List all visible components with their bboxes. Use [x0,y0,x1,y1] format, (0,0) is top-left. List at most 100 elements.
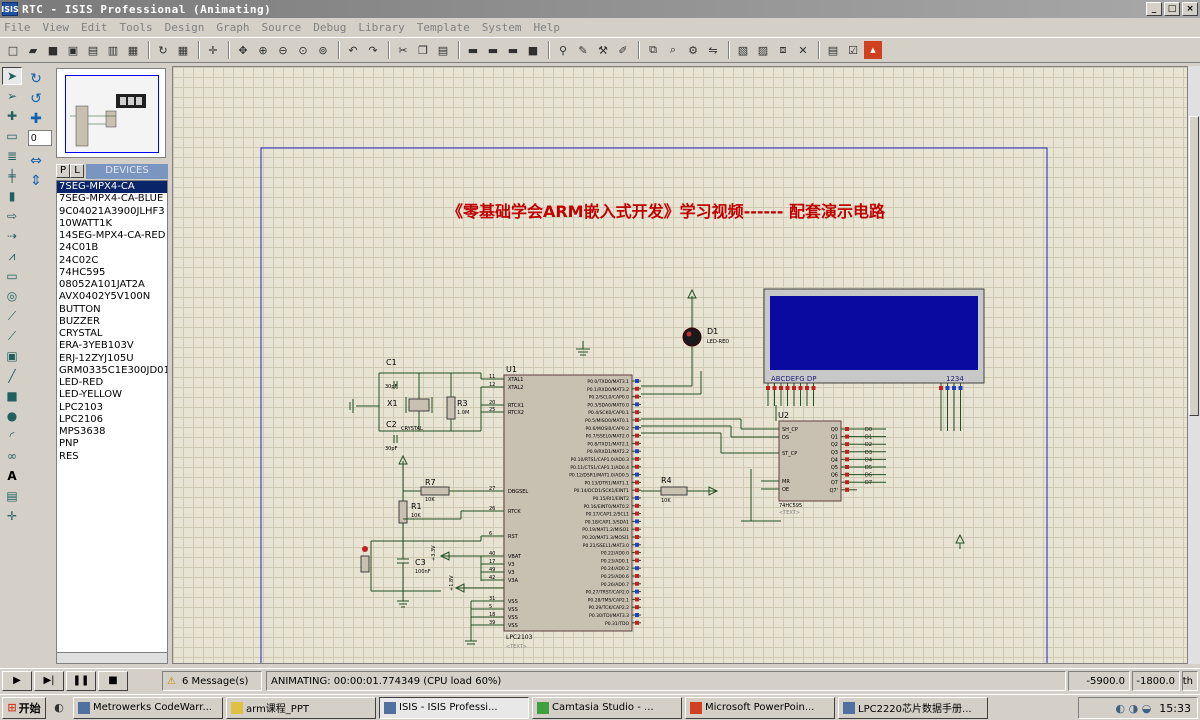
device-list-item[interactable]: 10WATT1K [57,218,167,230]
device-list-item[interactable]: RES [57,451,167,463]
path-tool-icon[interactable]: ∞ [2,447,22,465]
taskbar-item[interactable]: Metrowerks CodeWarr... [73,696,223,719]
device-list-item[interactable]: 74HC595 [57,267,167,279]
overview-viewport[interactable] [65,75,159,153]
taskbar-item[interactable]: ISIS - ISIS Professi... [379,696,529,719]
device-list-item[interactable]: ERA-3YEB103V [57,340,167,352]
device-list-item[interactable]: LPC2106 [57,414,167,426]
menu-template[interactable]: Template [417,21,470,34]
pick-device-icon[interactable]: ⚲ [554,41,572,59]
area-icon[interactable]: ▦ [124,41,142,59]
flip-horizontal-icon[interactable]: ⇔ [26,152,46,170]
menu-edit[interactable]: Edit [81,21,108,34]
cut-icon[interactable]: ✂ [394,41,412,59]
pin-mode-icon[interactable]: ⇢ [2,227,22,245]
device-list-item[interactable]: PNP [57,438,167,450]
taskbar-item[interactable]: LPC2220芯片数据手册... [838,696,988,719]
bus-mode-icon[interactable]: ╪ [2,167,22,185]
device-list-item[interactable]: 7SEG-MPX4-CA-BLUE [57,193,167,205]
device-list-item[interactable]: AVX0402Y5V100N [57,291,167,303]
device-list-item[interactable]: MPS3638 [57,426,167,438]
menu-design[interactable]: Design [165,21,205,34]
replace-icon[interactable]: ⇋ [704,41,722,59]
menu-source[interactable]: Source [262,21,302,34]
arc-tool-icon[interactable]: ◜ [2,427,22,445]
marker-tool-icon[interactable]: ✛ [2,507,22,525]
pause-button[interactable]: ❚❚ [66,670,96,691]
device-list-item[interactable]: 24C01B [57,242,167,254]
device-list-item[interactable]: 9C04021A3900JLHF3 [57,206,167,218]
device-list-item[interactable]: LED-YELLOW [57,389,167,401]
selection-mode-icon[interactable]: ➤ [2,67,22,85]
stop-button[interactable]: ■ [98,670,128,691]
graph-mode-icon[interactable]: ⩘ [2,247,22,265]
schematic-canvas[interactable]: 《零基础学会ARM嵌入式开发》学习视频------ 配套演示电路 ABCDEFG… [172,66,1188,664]
ares-icon[interactable]: ▲ [864,41,882,59]
menu-file[interactable]: File [4,21,31,34]
redo-icon[interactable]: ↷ [364,41,382,59]
device-list-item[interactable]: BUTTON [57,304,167,316]
mirror-icon[interactable]: ✚ [26,110,46,128]
line-tool-icon[interactable]: ╱ [2,367,22,385]
text-script-icon[interactable]: ≣ [2,147,22,165]
zoom-out-icon[interactable]: ⊖ [274,41,292,59]
minimize-button[interactable]: _ [1146,2,1162,16]
device-list-item[interactable]: 7SEG-MPX4-CA [57,181,167,194]
copy-icon[interactable]: ❐ [414,41,432,59]
new-icon[interactable]: □ [4,41,22,59]
device-list-hscrollbar[interactable] [56,652,168,664]
device-list-item[interactable]: 08052A101JAT2A [57,279,167,291]
check-icon[interactable]: ☑ [844,41,862,59]
terminal-mode-icon[interactable]: ⇨ [2,207,22,225]
device-list-item[interactable]: BUZZER [57,316,167,328]
block-move-icon[interactable]: ▬ [484,41,502,59]
box-tool-icon[interactable]: ■ [2,387,22,405]
close-button[interactable]: × [1182,2,1198,16]
instruments-icon[interactable]: ▣ [2,347,22,365]
menu-view[interactable]: View [43,21,70,34]
search-tag-icon[interactable]: ⌕ [664,41,682,59]
zoom-area-icon[interactable]: ⊚ [314,41,332,59]
rotation-angle-input[interactable] [28,130,52,146]
messages-panel[interactable]: ⚠ 6 Message(s) [162,671,262,691]
tray-icons[interactable]: ◐ ◑ ◒ [1116,702,1152,715]
canvas-vscrollbar[interactable] [1188,66,1200,664]
symbol-tool-icon[interactable]: ▤ [2,487,22,505]
start-button[interactable]: ⊞ 开始 [2,696,46,719]
paste-icon[interactable]: ▤ [434,41,452,59]
device-list-item[interactable]: ERJ-12ZYJ105U [57,353,167,365]
report-icon[interactable]: ▤ [824,41,842,59]
taskbar-item[interactable]: arm课程_PPT [226,696,376,719]
play-button[interactable]: ▶ [2,670,32,691]
device-list-item[interactable]: 24C02C [57,255,167,267]
import-icon[interactable]: ▣ [64,41,82,59]
generator-icon[interactable]: ◎ [2,287,22,305]
save-icon[interactable]: ■ [44,41,62,59]
device-list-item[interactable]: LED-RED [57,377,167,389]
menu-graph[interactable]: Graph [216,21,249,34]
bom-icon[interactable]: ✕ [794,41,812,59]
menu-tools[interactable]: Tools [120,21,153,34]
menu-library[interactable]: Library [358,21,404,34]
rotate-cw-icon[interactable]: ↻ [26,70,46,88]
block-copy-icon[interactable]: ▬ [464,41,482,59]
junction-mode-icon[interactable]: ✚ [2,107,22,125]
zoom-in-icon[interactable]: ⊕ [254,41,272,59]
decompose-icon[interactable]: ✐ [614,41,632,59]
current-probe-icon[interactable]: ⟋ [2,327,22,345]
refresh-icon[interactable]: ↻ [154,41,172,59]
origin-icon[interactable]: ✛ [204,41,222,59]
text-tool-icon[interactable]: A [2,467,22,485]
block-rotate-icon[interactable]: ▬ [504,41,522,59]
menu-debug[interactable]: Debug [313,21,346,34]
wire-autoroute-icon[interactable]: ⧉ [644,41,662,59]
scroll-thumb[interactable] [1189,116,1199,416]
netlist-icon[interactable]: ⧈ [774,41,792,59]
taskbar-item[interactable]: Camtasia Studio - ... [532,696,682,719]
library-manager-tab[interactable]: L [70,164,84,178]
rotate-ccw-icon[interactable]: ↺ [26,90,46,108]
block-delete-icon[interactable]: ■ [524,41,542,59]
remove-sheet-icon[interactable]: ▨ [754,41,772,59]
quicklaunch-icon[interactable]: ◐ [50,699,68,717]
make-device-icon[interactable]: ✎ [574,41,592,59]
